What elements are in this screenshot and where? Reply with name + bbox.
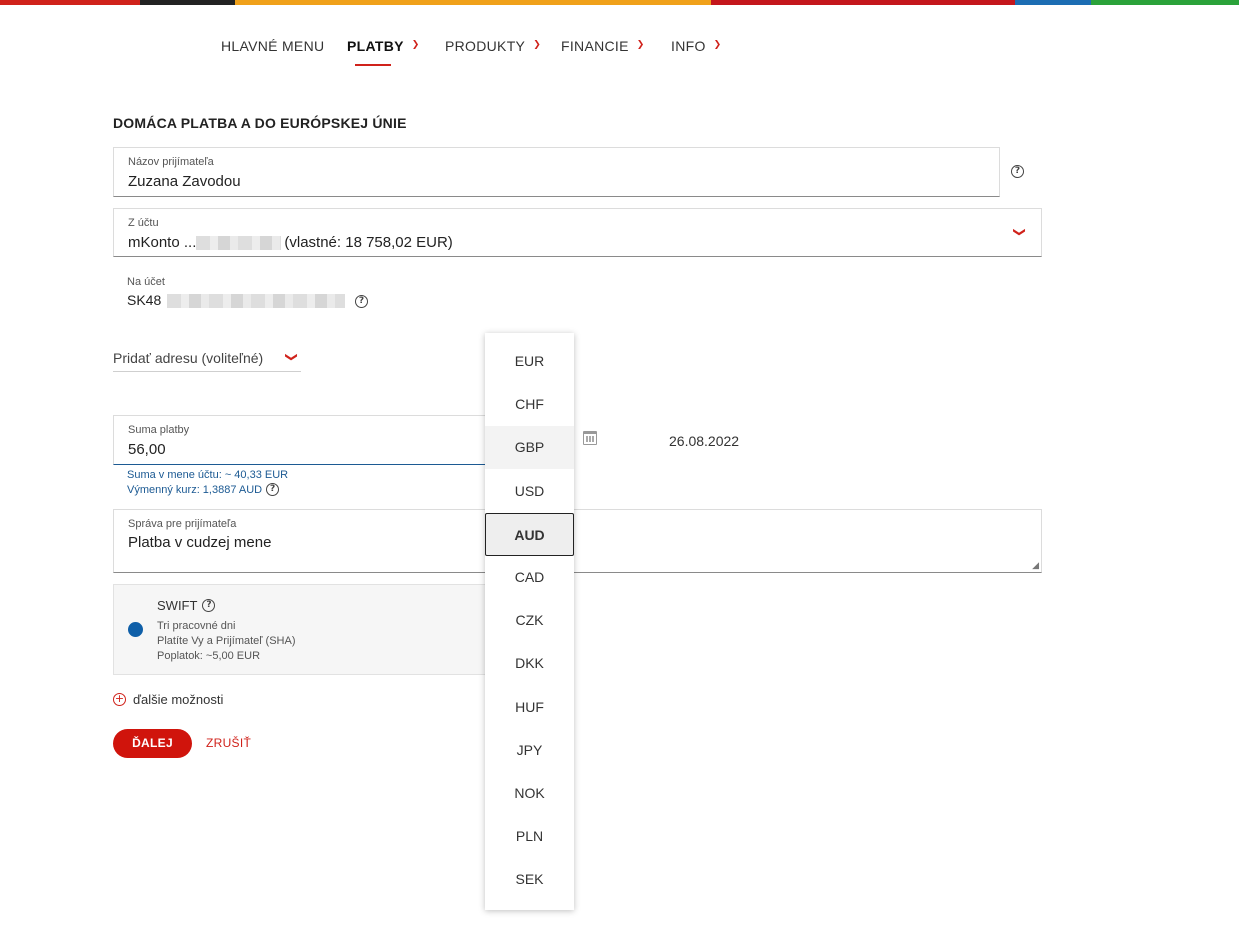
nav-item-label: PLATBY <box>347 38 404 54</box>
swift-payment-option[interactable]: SWIFT ? Tri pracovné dni Platíte Vy a Pr… <box>113 584 493 675</box>
nav-item-label: INFO <box>671 38 706 54</box>
chevron-down-icon: ❯ <box>285 351 300 363</box>
message-textarea[interactable]: Platba v cudzej mene <box>128 534 271 551</box>
to-account-field: Na účet SK48 <box>127 276 346 309</box>
currency-option[interactable]: CZK <box>485 599 574 642</box>
currency-option[interactable]: SEK <box>485 858 574 901</box>
currency-option-selected[interactable]: AUD <box>485 513 574 556</box>
color-bar-segment <box>235 0 711 5</box>
swift-radio[interactable] <box>128 622 143 637</box>
field-value: mKonto ... (vlastné: 18 758,02 EUR) <box>128 234 453 251</box>
more-options-link[interactable]: + ďalšie možnosti <box>113 692 223 707</box>
currency-option[interactable]: CHF <box>485 383 574 426</box>
chevron-down-icon: ❯ <box>411 38 420 49</box>
currency-option[interactable]: PLN <box>485 815 574 858</box>
more-options-label: ďalšie možnosti <box>133 692 224 707</box>
page-title: DOMÁCA PLATBA A DO EURÓPSKEJ ÚNIE <box>113 115 407 131</box>
nav-item-label: HLAVNÉ MENU <box>221 38 325 54</box>
swift-fee-type: Platíte Vy a Prijímateľ (SHA) <box>157 635 296 647</box>
field-label: Suma platby <box>128 424 190 436</box>
resize-handle-icon[interactable]: ◢ <box>1032 560 1039 571</box>
color-bar-segment <box>140 0 235 5</box>
swift-duration: Tri pracovné dni <box>157 620 236 632</box>
help-icon[interactable]: ? <box>202 599 216 612</box>
help-icon[interactable]: ? <box>266 483 280 496</box>
add-address-label: Pridať adresu (voliteľné) <box>113 350 264 366</box>
exchange-rate-text: Výmenný kurz: 1,3887 AUD <box>127 483 263 496</box>
color-bar-segment <box>1091 0 1239 5</box>
currency-option[interactable]: EUR <box>485 340 574 383</box>
add-address-toggle[interactable]: Pridať adresu (voliteľné) ❯ <box>113 350 301 372</box>
masked-account-number <box>196 236 282 251</box>
amount-field[interactable]: Suma platby 56,00 <box>113 415 493 465</box>
currency-option[interactable]: NOK <box>485 772 574 815</box>
calendar-icon[interactable] <box>583 431 597 445</box>
nav-item-products[interactable]: PRODUKTY ❯ <box>445 38 541 54</box>
recipient-name-field[interactable]: Názov prijímateľa Zuzana Zavodou <box>113 147 1000 197</box>
chevron-down-icon: ❯ <box>636 38 645 49</box>
nav-item-info[interactable]: INFO ❯ <box>671 38 722 54</box>
swift-title: SWIFT ? <box>157 598 216 613</box>
cancel-button[interactable]: ZRUŠIŤ <box>206 736 251 750</box>
chevron-down-icon: ❯ <box>533 38 542 49</box>
nav-item-label: PRODUKTY <box>445 38 526 54</box>
masked-iban <box>167 294 346 309</box>
help-icon[interactable]: ? <box>355 295 368 308</box>
exchange-rate: Výmenný kurz: 1,3887 AUD ? <box>127 483 280 496</box>
field-value: Zuzana Zavodou <box>128 173 241 190</box>
swift-title-text: SWIFT <box>157 598 198 613</box>
nav-item-finance[interactable]: FINANCIE ❯ <box>561 38 645 54</box>
color-bar-segment <box>0 0 140 5</box>
color-bar-segment <box>711 0 1015 5</box>
from-account-select[interactable]: Z účtu mKonto ... (vlastné: 18 758,02 EUR… <box>113 208 1042 257</box>
chevron-down-icon: ❯ <box>1013 226 1028 238</box>
chevron-down-icon: ❯ <box>713 38 722 49</box>
plus-circle-icon: + <box>113 692 126 706</box>
nav-item-label: FINANCIE <box>561 38 629 54</box>
amount-input[interactable]: 56,00 <box>128 441 166 458</box>
color-bar-segment <box>1015 0 1091 5</box>
currency-option[interactable]: CAD <box>485 556 574 599</box>
account-name: mKonto ... <box>128 234 197 251</box>
message-field[interactable]: Správa pre prijímateľa Platba v cudzej m… <box>113 509 1042 573</box>
account-balance: (vlastné: 18 758,02 EUR) <box>284 234 453 251</box>
currency-option[interactable]: DKK <box>485 642 574 685</box>
swift-fee: Poplatok: ~5,00 EUR <box>157 650 261 662</box>
currency-option[interactable]: JPY <box>485 729 574 772</box>
top-color-bar <box>0 0 1239 5</box>
active-nav-indicator <box>355 64 391 66</box>
field-label: Z účtu <box>128 217 159 229</box>
iban-prefix: SK48 <box>127 292 162 308</box>
currency-option[interactable]: USD <box>485 470 574 513</box>
nav-item-payments[interactable]: PLATBY ❯ <box>347 38 420 54</box>
currency-option[interactable]: HUF <box>485 686 574 729</box>
next-button[interactable]: ĎALEJ <box>113 729 192 758</box>
account-currency-amount: Suma v mene účtu: ~ 40,33 EUR <box>127 469 289 481</box>
field-label: Správa pre prijímateľa <box>128 518 237 530</box>
help-icon[interactable]: ? <box>1011 165 1024 178</box>
currency-option[interactable]: GBP <box>485 426 574 469</box>
currency-dropdown: EUR CHF GBP USD AUD CAD CZK DKK HUF JPY … <box>485 333 574 910</box>
nav-item-main-menu[interactable]: HLAVNÉ MENU <box>221 38 324 54</box>
field-label: Názov prijímateľa <box>128 156 214 168</box>
payment-date[interactable]: 26.08.2022 <box>669 433 739 449</box>
field-value: SK48 <box>127 292 346 309</box>
field-label: Na účet <box>127 276 165 288</box>
